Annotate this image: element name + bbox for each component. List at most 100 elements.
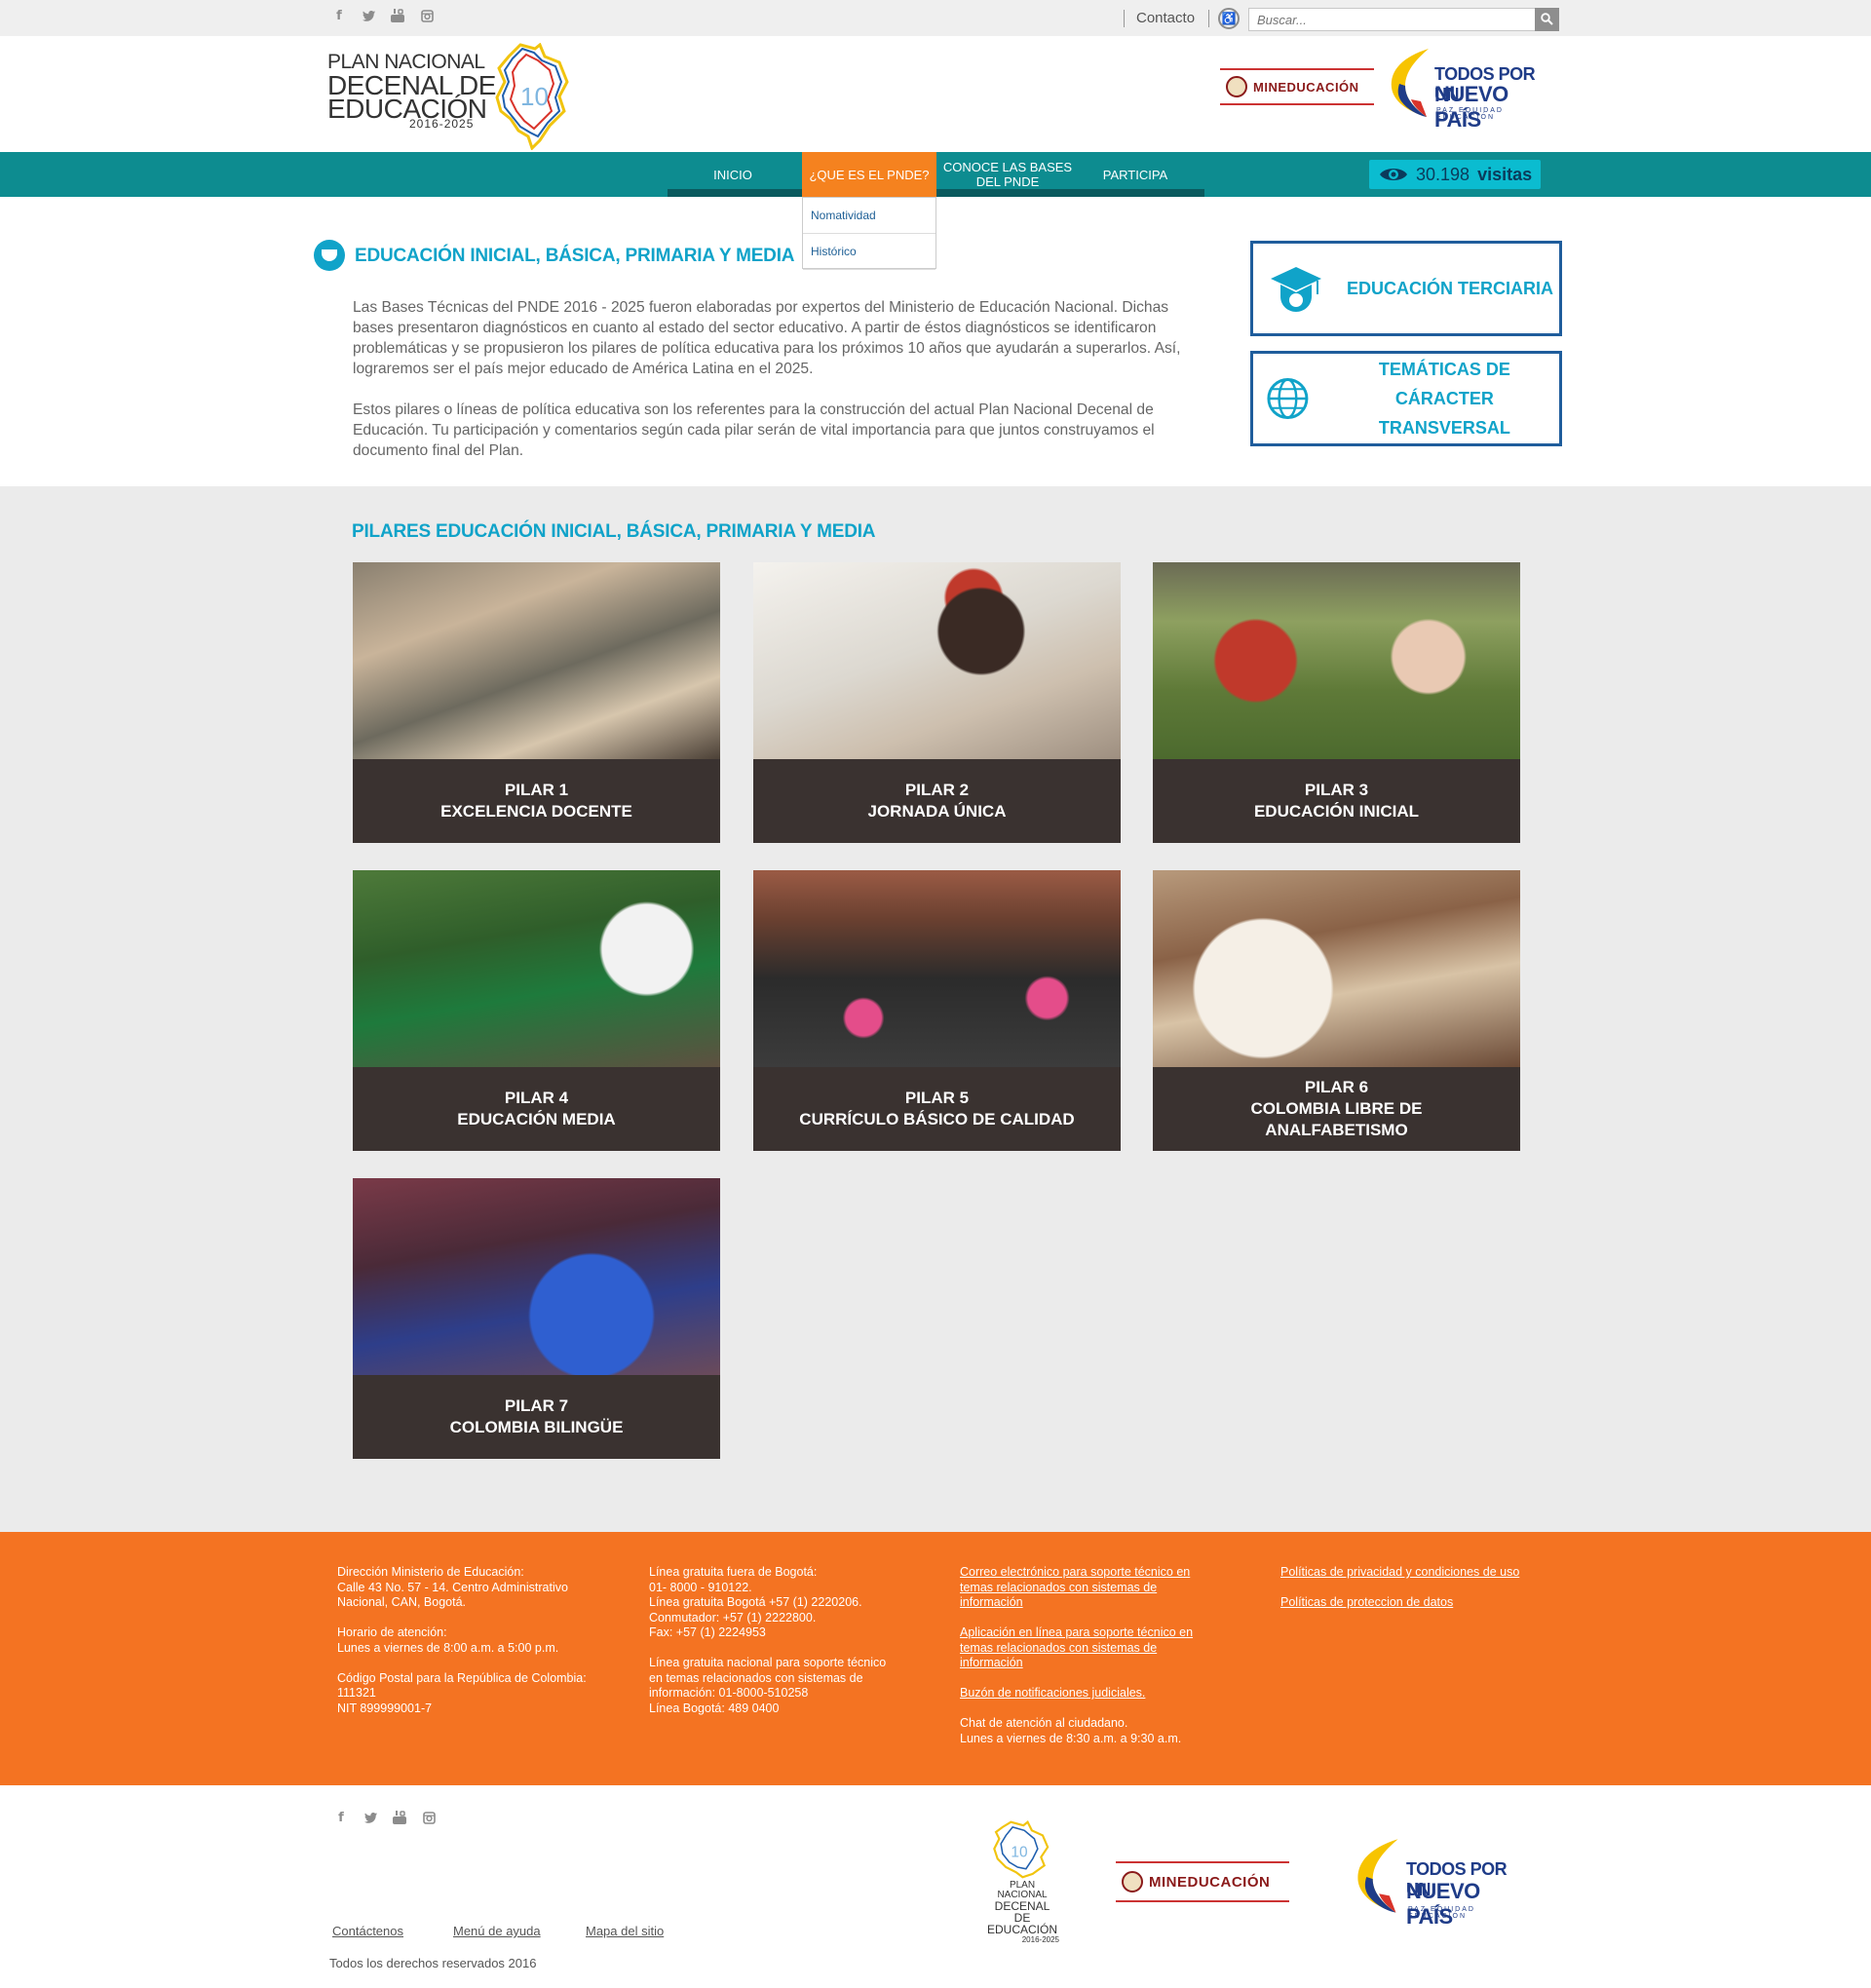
pnde-logo[interactable]: PLAN NACIONAL DECENAL DE EDUCACIÓN 2016-…: [327, 43, 571, 150]
pilar-name: JORNADA ÚNICA: [867, 802, 1007, 821]
footer-text: Dirección Ministerio de Educación:: [337, 1565, 524, 1579]
dropdown-item-historico[interactable]: Histórico: [803, 234, 936, 270]
svg-text:10: 10: [1011, 1845, 1027, 1861]
footer-text: Código Postal para la República de Colom…: [337, 1670, 587, 1685]
todos-por-un-nuevo-pais-logo[interactable]: TODOS POR UN NUEVO PAÍS PAZ EQUIDAD EDUC…: [1384, 45, 1559, 132]
pilar-caption: PILAR 1 EXCELENCIA DOCENTE: [353, 759, 720, 843]
todos-por-un-nuevo-pais-footer-logo[interactable]: TODOS POR UN NUEVO PAÍS PAZ EQUIDAD EDUC…: [1350, 1834, 1525, 1929]
pilar-photo: [353, 562, 720, 759]
tematicas-label-2: TRANSVERSAL: [1378, 418, 1510, 438]
footer-text: Calle 43 No. 57 - 14. Centro Administrat…: [337, 1580, 568, 1594]
footer-text: NIT 899999001-7: [337, 1701, 433, 1715]
pilar-card-1[interactable]: PILAR 1 EXCELENCIA DOCENTE: [353, 562, 720, 843]
search-input[interactable]: [1249, 9, 1532, 30]
eye-icon: [1380, 169, 1407, 180]
pillars-title: PILARES EDUCACIÓN INICIAL, BÁSICA, PRIMA…: [352, 521, 876, 542]
visits-count: 30.198: [1416, 164, 1470, 184]
contact-link[interactable]: Contacto: [1124, 10, 1195, 27]
youtube-icon[interactable]: [390, 8, 405, 23]
flag-swoosh-icon: [1357, 1839, 1398, 1913]
instagram-icon[interactable]: [419, 8, 435, 23]
logo-line-4: 2016-2025: [409, 117, 475, 131]
footer-link-mapa-sitio[interactable]: Mapa del sitio: [586, 1924, 664, 1938]
graduation-cap-icon: [1271, 267, 1321, 312]
pilar-number: PILAR 1: [504, 781, 569, 799]
bottom-social-links: f: [333, 1810, 437, 1825]
footer-text: 01- 8000 - 910122.: [649, 1580, 752, 1594]
visits-label: visitas: [1477, 164, 1533, 184]
twitter-icon[interactable]: [363, 1810, 378, 1825]
footer-col-phones: Línea gratuita fuera de Bogotá: 01- 8000…: [649, 1565, 932, 1716]
pilar-card-5[interactable]: PILAR 5 CURRÍCULO BÁSICO DE CALIDAD: [753, 870, 1121, 1151]
mineducacion-footer-logo[interactable]: MINEDUCACIÓN: [1116, 1861, 1289, 1902]
divider: [1208, 10, 1209, 27]
top-social-links: f: [331, 8, 435, 23]
nav-conoce-las-bases[interactable]: CONOCE LAS BASES DEL PNDE: [938, 152, 1077, 197]
pilar-caption: PILAR 5 CURRÍCULO BÁSICO DE CALIDAD: [753, 1067, 1121, 1151]
pilar-photo: [753, 562, 1121, 759]
footer-link-privacidad[interactable]: Políticas de privacidad y condiciones de…: [1280, 1565, 1573, 1581]
pilar-caption: PILAR 4 EDUCACIÓN MEDIA: [353, 1067, 720, 1151]
pilar-name: COLOMBIA LIBRE DE: [1250, 1099, 1423, 1118]
mineducacion-label: MINEDUCACIÓN: [1253, 79, 1359, 95]
nav-inicio[interactable]: INICIO: [686, 152, 780, 197]
pilar-name-2: ANALFABETISMO: [1265, 1121, 1408, 1139]
pnde-footer-logo[interactable]: 10 PLAN NACIONAL DECENAL DE EDUCACIÓN 20…: [962, 1820, 1079, 1944]
footer: Dirección Ministerio de Educación: Calle…: [0, 1532, 1871, 1785]
footer-link-contactenos[interactable]: Contáctenos: [332, 1924, 403, 1938]
footer-text: Lunes a viernes de 8:30 a.m. a 9:30 a.m.: [960, 1731, 1182, 1745]
flag-swoosh-icon: [1391, 49, 1429, 117]
footer-text: en temas relacionados con sistemas de: [649, 1670, 863, 1685]
pilar-card-6[interactable]: PILAR 6 COLOMBIA LIBRE DE ANALFABETISMO: [1153, 870, 1520, 1151]
pilar-card-3[interactable]: PILAR 3 EDUCACIÓN INICIAL: [1153, 562, 1520, 843]
mineducacion-logo[interactable]: MINEDUCACIÓN: [1220, 68, 1374, 105]
child-face-icon: [314, 240, 345, 271]
svg-text:10: 10: [520, 82, 549, 111]
nav-participa[interactable]: PARTICIPA: [1082, 152, 1189, 197]
accessibility-icon[interactable]: ♿: [1218, 8, 1240, 29]
footer-link-proteccion-datos[interactable]: Políticas de proteccion de datos: [1280, 1595, 1573, 1611]
tematicas-transversal-button[interactable]: TEMÁTICAS DE CÁRACTER TRANSVERSAL: [1250, 351, 1562, 446]
intro-paragraph-2: Estos pilares o líneas de política educa…: [353, 401, 1155, 459]
footer-text: Conmutador: +57 (1) 2222800.: [649, 1610, 817, 1625]
pilar-name: EXCELENCIA DOCENTE: [440, 802, 632, 821]
footer-text: Nacional, CAN, Bogotá.: [337, 1595, 467, 1609]
footer-logo-line-3: EDUCACIÓN: [986, 1923, 1057, 1936]
footer-link-online-support[interactable]: Aplicación en línea para soporte técnico…: [960, 1625, 1213, 1671]
footer-text: 111321: [337, 1686, 376, 1700]
footer-link-notificaciones[interactable]: Buzón de notificaciones judiciales.: [960, 1686, 1213, 1701]
footer-logo-line-1: PLAN NACIONAL: [997, 1880, 1048, 1900]
educacion-terciaria-button[interactable]: EDUCACIÓN TERCIARIA: [1250, 241, 1562, 336]
pilar-number: PILAR 3: [1304, 781, 1369, 799]
dropdown-item-nomatividad[interactable]: Nomatividad: [803, 198, 936, 234]
top-bar: f Contacto ♿: [0, 0, 1871, 36]
footer-text: información: 01-8000-510258: [649, 1686, 809, 1700]
footer-text: Línea gratuita Bogotá +57 (1) 2220206.: [649, 1595, 862, 1609]
footer-logo-line-4: 2016-2025: [1021, 1935, 1059, 1944]
pilar-caption: PILAR 3 EDUCACIÓN INICIAL: [1153, 759, 1520, 843]
footer-link-menu-ayuda[interactable]: Menú de ayuda: [453, 1924, 541, 1938]
instagram-icon[interactable]: [421, 1810, 437, 1825]
search-button[interactable]: [1535, 8, 1559, 31]
pilar-photo: [753, 870, 1121, 1067]
pilar-card-7[interactable]: PILAR 7 COLOMBIA BILINGÜE: [353, 1178, 720, 1459]
tematicas-label-group: TEMÁTICAS DE CÁRACTER TRANSVERSAL: [1330, 355, 1559, 442]
footer-text: Chat de atención al ciudadano.: [960, 1716, 1128, 1730]
footer-col-policies: Políticas de privacidad y condiciones de…: [1280, 1565, 1573, 1611]
twitter-icon[interactable]: [361, 8, 376, 23]
mineducacion-label: MINEDUCACIÓN: [1149, 1873, 1271, 1891]
facebook-icon[interactable]: f: [331, 8, 347, 23]
footer-text: Línea gratuita fuera de Bogotá:: [649, 1565, 818, 1579]
facebook-icon[interactable]: f: [333, 1810, 349, 1825]
pilar-photo: [353, 1178, 720, 1375]
footer-logo-line-2: DECENAL DE: [994, 1899, 1050, 1925]
nav-que-es-el-pnde[interactable]: ¿QUE ES EL PNDE?: [802, 152, 936, 197]
youtube-icon[interactable]: [392, 1810, 407, 1825]
pilar-card-2[interactable]: PILAR 2 JORNADA ÚNICA: [753, 562, 1121, 843]
colombia-map-icon: 10: [993, 1820, 1050, 1879]
intro-paragraph-1: Las Bases Técnicas del PNDE 2016 - 2025 …: [353, 299, 1181, 377]
pilar-card-4[interactable]: PILAR 4 EDUCACIÓN MEDIA: [353, 870, 720, 1151]
pilar-photo: [1153, 870, 1520, 1067]
globe-icon: [1267, 378, 1309, 419]
footer-link-email-support[interactable]: Correo electrónico para soporte técnico …: [960, 1565, 1213, 1611]
